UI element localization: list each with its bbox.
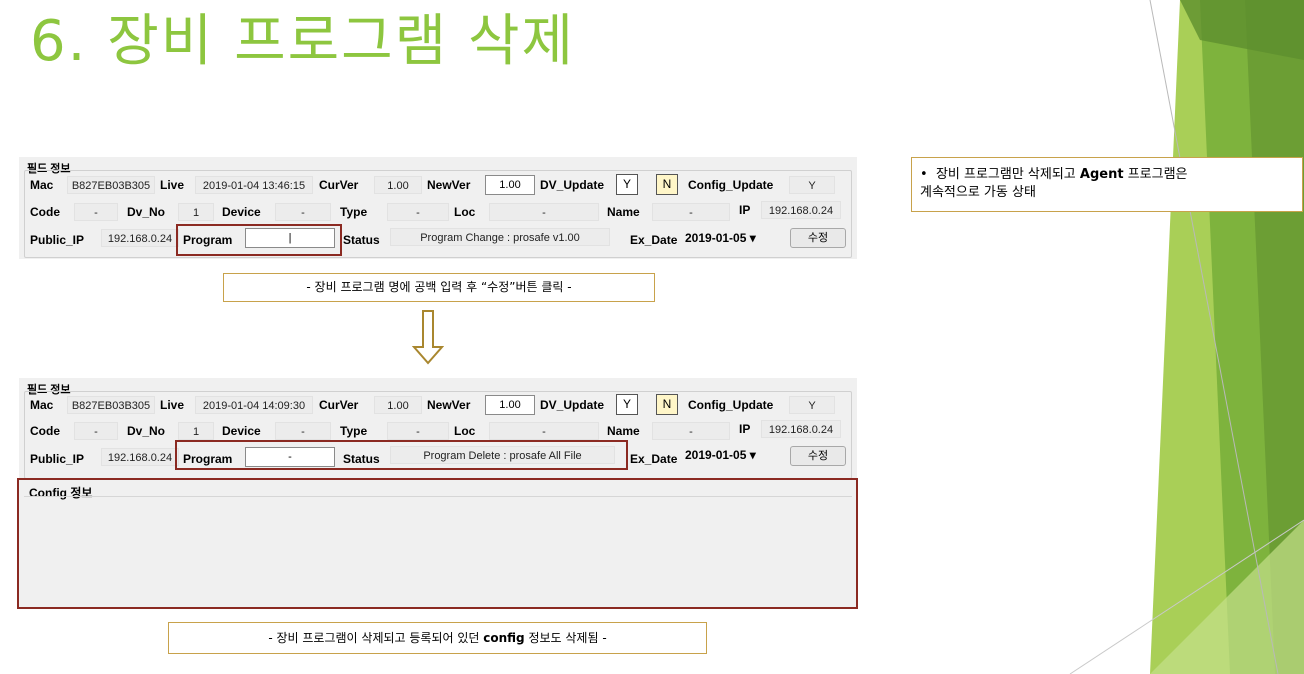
note-line2: 계속적으로 가동 상태 bbox=[920, 185, 1036, 200]
green-band-back bbox=[1150, 0, 1304, 674]
note-line1-b: Agent bbox=[1079, 167, 1124, 182]
live-value: 2019-01-04 14:09:30 bbox=[195, 396, 313, 414]
caption-result-suffix: 정보도 삭제됨 - bbox=[524, 631, 607, 645]
config-update-label: Config_Update bbox=[688, 178, 774, 192]
green-top-shade bbox=[1180, 0, 1304, 60]
side-note: • 장비 프로그램만 삭제되고 Agent 프로그램은 계속적으로 가동 상태 bbox=[911, 157, 1303, 212]
public-ip-value: 192.168.0.24 bbox=[101, 229, 179, 247]
ex-date-value: 2019-01-05 bbox=[685, 231, 747, 245]
caption-result-bold: config bbox=[483, 631, 525, 645]
green-band-front bbox=[1245, 0, 1304, 674]
mac-value: B827EB03B305 bbox=[67, 176, 155, 194]
config-update-value: Y bbox=[789, 396, 835, 414]
live-label: Live bbox=[160, 398, 185, 412]
public-ip-label: Public_IP bbox=[30, 233, 85, 247]
mac-value: B827EB03B305 bbox=[67, 396, 155, 414]
ex-date-label: Ex_Date bbox=[630, 452, 678, 466]
note-line1-a: 장비 프로그램만 삭제되고 bbox=[935, 167, 1080, 182]
dv-no-label: Dv_No bbox=[127, 205, 166, 219]
name-value: - bbox=[652, 203, 730, 221]
note-bullet: • bbox=[920, 167, 928, 182]
mac-label: Mac bbox=[30, 398, 54, 412]
type-value: - bbox=[387, 422, 449, 440]
device-value: - bbox=[275, 203, 331, 221]
deco-line-1 bbox=[1149, 0, 1279, 674]
curver-value: 1.00 bbox=[374, 396, 422, 414]
dv-update-label: DV_Update bbox=[540, 398, 605, 412]
public-ip-label: Public_IP bbox=[30, 452, 85, 466]
type-label: Type bbox=[340, 205, 368, 219]
ex-date-value: 2019-01-05 bbox=[685, 448, 747, 462]
name-label: Name bbox=[607, 205, 640, 219]
field-info-panel-before: 필드 정보 Mac B827EB03B305 Live 2019-01-04 1… bbox=[19, 157, 857, 259]
curver-label: CurVer bbox=[319, 398, 359, 412]
dv-update-y-button[interactable]: Y bbox=[616, 394, 638, 415]
device-value: - bbox=[275, 422, 331, 440]
config-highlight-box bbox=[17, 478, 858, 609]
newver-input[interactable]: 1.00 bbox=[485, 395, 535, 415]
newver-label: NewVer bbox=[427, 398, 471, 412]
caption-instruction: - 장비 프로그램 명에 공백 입력 후 “수정”버튼 클릭 - bbox=[223, 273, 655, 302]
device-label: Device bbox=[222, 205, 261, 219]
caption-result: - 장비 프로그램이 삭제되고 등록되어 있던 config 정보도 삭제됨 - bbox=[168, 622, 707, 654]
curver-value: 1.00 bbox=[374, 176, 422, 194]
status-value: Program Change : prosafe v1.00 bbox=[390, 228, 610, 246]
status-label: Status bbox=[343, 233, 380, 247]
name-label: Name bbox=[607, 424, 640, 438]
caption-result-prefix: - 장비 프로그램이 삭제되고 등록되어 있던 bbox=[268, 631, 484, 645]
program-highlight-box bbox=[176, 224, 342, 256]
ex-date-select[interactable]: 2019-01-05 ▾ bbox=[685, 231, 756, 245]
deco-line-2 bbox=[1069, 519, 1304, 674]
type-label: Type bbox=[340, 424, 368, 438]
code-value: - bbox=[74, 203, 118, 221]
green-band-mid bbox=[1200, 0, 1304, 674]
dv-update-y-button[interactable]: Y bbox=[616, 174, 638, 195]
dv-no-label: Dv_No bbox=[127, 424, 166, 438]
loc-label: Loc bbox=[454, 205, 476, 219]
dv-no-value: 1 bbox=[178, 422, 214, 440]
code-value: - bbox=[74, 422, 118, 440]
ip-label: IP bbox=[739, 422, 751, 436]
slide-title: 6. 장비 프로그램 삭제 bbox=[30, 9, 575, 74]
curver-label: CurVer bbox=[319, 178, 359, 192]
ex-date-label: Ex_Date bbox=[630, 233, 678, 247]
newver-input[interactable]: 1.00 bbox=[485, 175, 535, 195]
down-arrow-icon bbox=[412, 310, 444, 365]
public-ip-value: 192.168.0.24 bbox=[101, 448, 179, 466]
dv-update-label: DV_Update bbox=[540, 178, 605, 192]
newver-label: NewVer bbox=[427, 178, 471, 192]
type-value: - bbox=[387, 203, 449, 221]
name-value: - bbox=[652, 422, 730, 440]
ip-value: 192.168.0.24 bbox=[761, 201, 841, 219]
dv-update-n-button[interactable]: N bbox=[656, 174, 678, 195]
ip-label: IP bbox=[739, 203, 751, 217]
config-update-label: Config_Update bbox=[688, 398, 774, 412]
note-line1-c: 프로그램은 bbox=[1123, 167, 1188, 182]
chevron-down-icon: ▾ bbox=[749, 231, 756, 245]
chevron-down-icon: ▾ bbox=[749, 448, 756, 462]
program-status-highlight-box bbox=[175, 440, 628, 470]
mac-label: Mac bbox=[30, 178, 54, 192]
live-value: 2019-01-04 13:46:15 bbox=[195, 176, 313, 194]
loc-label: Loc bbox=[454, 424, 476, 438]
config-update-value: Y bbox=[789, 176, 835, 194]
green-bottom-shade bbox=[1150, 520, 1304, 674]
loc-value: - bbox=[489, 422, 599, 440]
modify-button[interactable]: 수정 bbox=[790, 228, 846, 248]
code-label: Code bbox=[30, 205, 60, 219]
ex-date-select[interactable]: 2019-01-05 ▾ bbox=[685, 448, 756, 462]
dv-update-n-button[interactable]: N bbox=[656, 394, 678, 415]
dv-no-value: 1 bbox=[178, 203, 214, 221]
loc-value: - bbox=[489, 203, 599, 221]
modify-button[interactable]: 수정 bbox=[790, 446, 846, 466]
code-label: Code bbox=[30, 424, 60, 438]
ip-value: 192.168.0.24 bbox=[761, 420, 841, 438]
live-label: Live bbox=[160, 178, 185, 192]
device-label: Device bbox=[222, 424, 261, 438]
